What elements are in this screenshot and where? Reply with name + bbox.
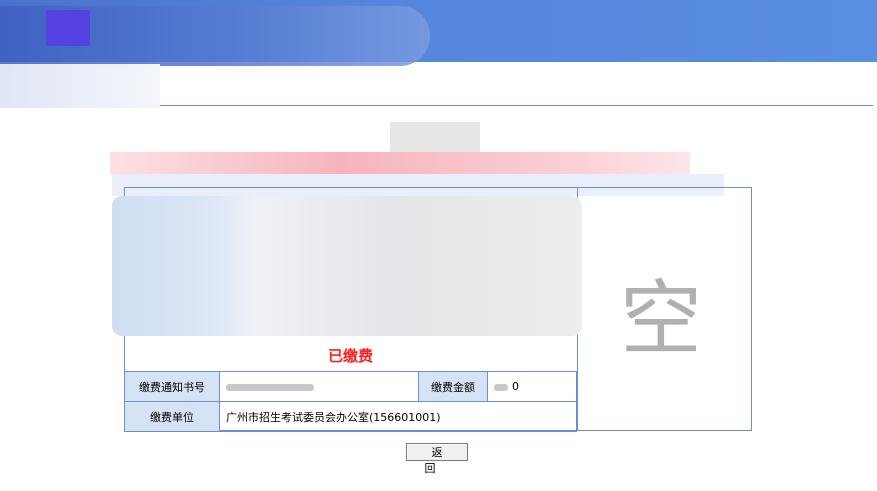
- amount-value: 0: [512, 380, 519, 393]
- logo: [46, 10, 90, 46]
- amount-label: 缴费金额: [418, 371, 488, 402]
- candidate-info-block: [112, 196, 582, 336]
- photo-placeholder: 空: [620, 272, 703, 367]
- amount-cell: 0: [487, 371, 577, 402]
- notice-number-value: [219, 371, 419, 402]
- payment-unit-label: 缴费单位: [124, 401, 220, 432]
- redacted-text: [226, 383, 314, 391]
- redacted-text: [494, 383, 508, 391]
- table-row: 缴费单位 广州市招生考试委员会办公室(156601001): [124, 401, 577, 432]
- fee-table: 缴费通知书号 缴费金额 0 缴费单位 广州市招生考试委员会办公室(1566010…: [124, 371, 577, 432]
- table-row: 缴费通知书号 缴费金额 0: [124, 371, 577, 402]
- payment-status: 已缴费: [327, 347, 373, 365]
- notice-banner: [110, 152, 690, 174]
- section-heading: [390, 122, 480, 156]
- breadcrumb: [0, 64, 160, 108]
- notice-number-label: 缴费通知书号: [124, 371, 220, 402]
- back-button[interactable]: 返 回: [406, 443, 468, 475]
- divider: [160, 105, 873, 106]
- payment-unit-value: 广州市招生考试委员会办公室(156601001): [219, 401, 577, 432]
